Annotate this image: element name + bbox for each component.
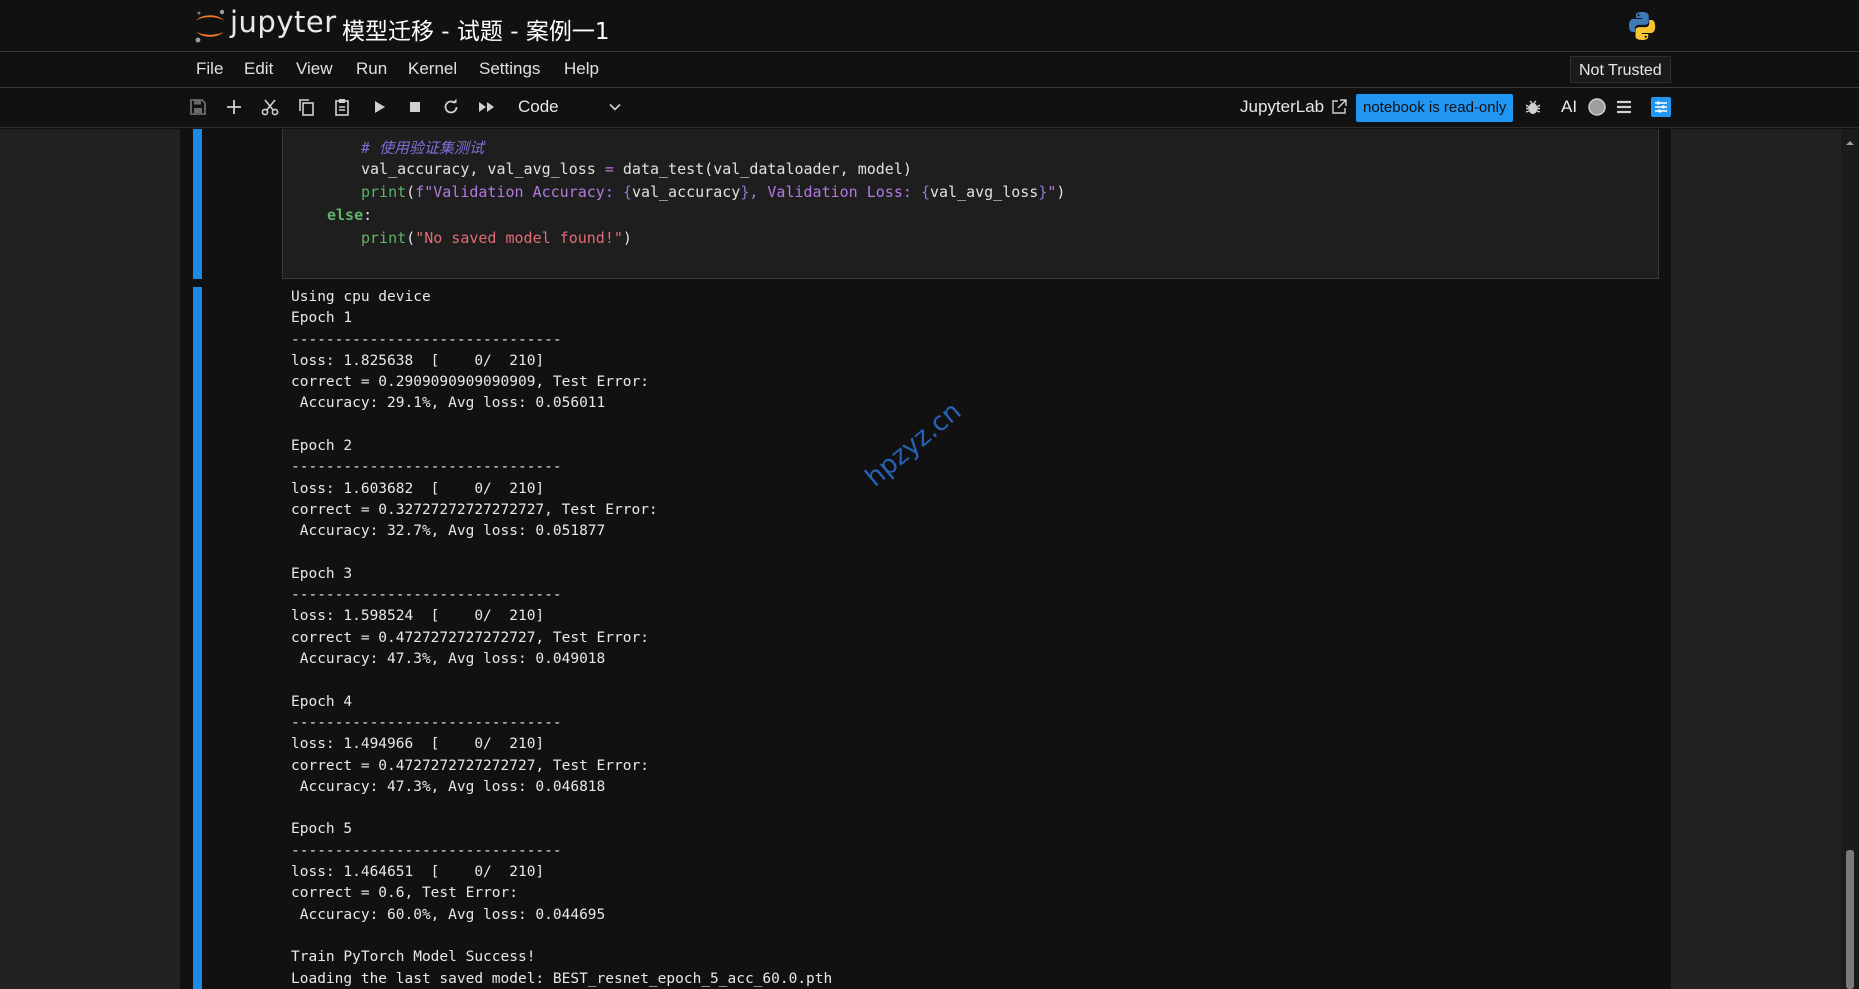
add-cell-icon[interactable] bbox=[224, 97, 244, 117]
read-only-badge: notebook is read-only bbox=[1356, 94, 1514, 122]
code-line-print-validation: print(f"Validation Accuracy: {val_accura… bbox=[361, 183, 1066, 201]
kernel-status-icon bbox=[1587, 97, 1607, 117]
restart-icon[interactable] bbox=[441, 97, 461, 117]
debugger-bug-icon[interactable] bbox=[1523, 97, 1543, 117]
ai-assistant-label[interactable]: AI bbox=[1561, 97, 1577, 117]
trust-status-button[interactable]: Not Trusted bbox=[1570, 56, 1671, 83]
property-inspector-icon[interactable] bbox=[1651, 97, 1671, 117]
paste-icon[interactable] bbox=[332, 97, 352, 117]
menu-run[interactable]: Run bbox=[356, 59, 387, 79]
stop-icon[interactable] bbox=[405, 97, 425, 117]
menu-settings[interactable]: Settings bbox=[479, 59, 540, 79]
notebook-toolbar: Code JupyterLab notebook is read-only AI bbox=[0, 88, 1859, 128]
save-icon[interactable] bbox=[188, 97, 208, 117]
open-in-jupyterlab-link[interactable]: JupyterLab bbox=[1240, 97, 1324, 117]
menu-edit[interactable]: Edit bbox=[244, 59, 273, 79]
scroll-up-arrow-icon[interactable] bbox=[1845, 133, 1855, 145]
chevron-down-icon bbox=[608, 99, 622, 113]
external-link-icon[interactable] bbox=[1331, 98, 1348, 115]
run-icon[interactable] bbox=[369, 97, 389, 117]
right-margin bbox=[1671, 129, 1841, 989]
copy-icon[interactable] bbox=[296, 97, 316, 117]
output-cell-collapser[interactable] bbox=[193, 287, 202, 989]
menu-bar: File Edit View Run Kernel Settings Help … bbox=[0, 52, 1859, 88]
code-cell-collapser[interactable] bbox=[193, 129, 202, 279]
menu-view[interactable]: View bbox=[296, 59, 333, 79]
jupyter-logo-icon[interactable] bbox=[193, 8, 227, 44]
python-kernel-icon bbox=[1626, 10, 1658, 42]
code-line-else: else: bbox=[327, 206, 373, 224]
scrollbar-thumb[interactable] bbox=[1846, 850, 1854, 989]
menu-file[interactable]: File bbox=[196, 59, 223, 79]
cell-type-value: Code bbox=[518, 97, 559, 116]
notebook-title[interactable]: 模型迁移 - 试题 - 案例一1 bbox=[342, 12, 609, 46]
menu-lines-icon[interactable] bbox=[1614, 97, 1634, 117]
run-all-icon[interactable] bbox=[477, 97, 497, 117]
left-margin bbox=[0, 129, 180, 989]
code-line-comment: # 使用验证集测试 bbox=[361, 139, 485, 157]
code-editor[interactable]: # 使用验证集测试 val_accuracy, val_avg_loss = d… bbox=[282, 129, 1659, 279]
menu-help[interactable]: Help bbox=[564, 59, 599, 79]
code-line-data-test: val_accuracy, val_avg_loss = data_test(v… bbox=[361, 160, 912, 178]
top-bar: jupyter 模型迁移 - 试题 - 案例一1 bbox=[0, 0, 1859, 52]
cell-output-text: Using cpu device Epoch 1 ---------------… bbox=[291, 289, 833, 987]
jupyter-wordmark: jupyter bbox=[230, 5, 337, 39]
menu-kernel[interactable]: Kernel bbox=[408, 59, 457, 79]
code-line-print-no-model: print("No saved model found!") bbox=[361, 229, 632, 247]
cut-icon[interactable] bbox=[260, 97, 280, 117]
cell-type-select[interactable]: Code bbox=[516, 96, 626, 120]
